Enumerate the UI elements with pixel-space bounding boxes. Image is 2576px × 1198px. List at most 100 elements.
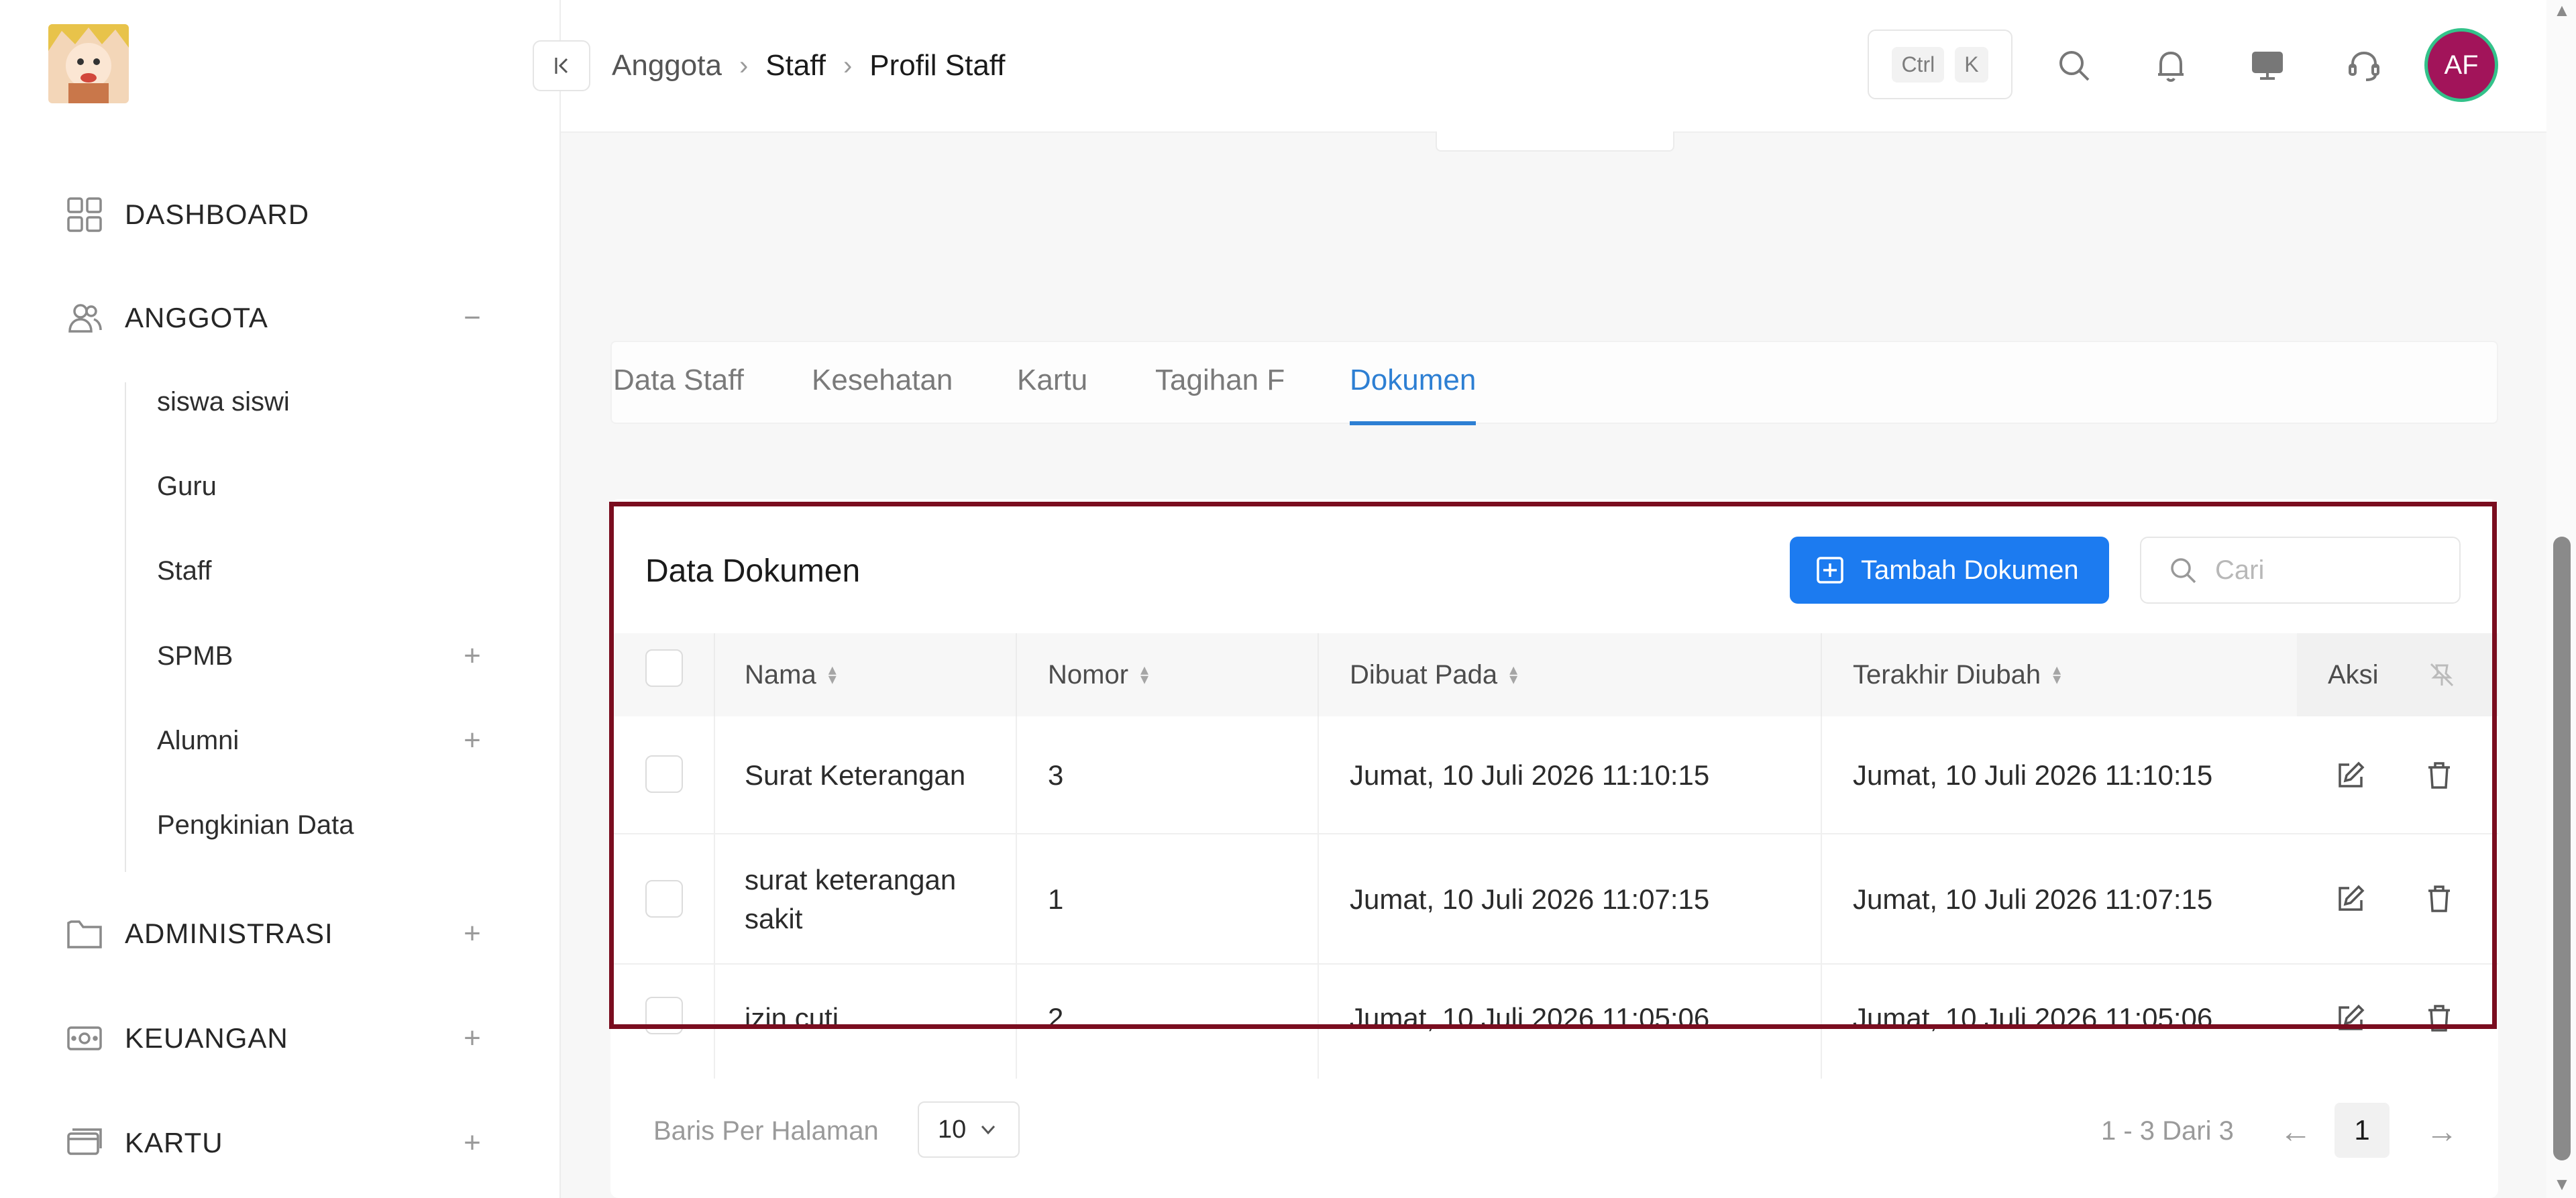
column-nama[interactable]: Nama ▴ ▾ (745, 633, 837, 716)
scroll-up-icon[interactable]: ▲ (2553, 1, 2571, 19)
prev-page-icon[interactable]: ← (2279, 1113, 2312, 1150)
search-icon (2171, 558, 2196, 584)
page-number-current[interactable]: 1 (2334, 1103, 2390, 1158)
sort-icon: ▴ ▾ (2053, 661, 2061, 688)
column-label: Nomor (1048, 659, 1129, 690)
scrollbar-thumb[interactable] (2553, 537, 2571, 1160)
row-checkbox[interactable] (645, 997, 683, 1034)
nav-label: KARTU (125, 1127, 223, 1158)
add-document-button[interactable]: Tambah Dokumen (1790, 537, 2109, 604)
command-palette-shortcut[interactable]: Ctrl K (1868, 30, 2012, 99)
table-row[interactable]: izin cuti 2 Jumat, 10 Juli 2026 11:05:06… (610, 965, 2498, 1085)
tab-kesehatan[interactable]: Kesehatan (812, 364, 953, 425)
expand-icon[interactable]: + (459, 919, 486, 948)
sort-icon: ▴ ▾ (1140, 661, 1149, 688)
edit-icon[interactable] (2330, 879, 2371, 919)
column-divider (1016, 834, 1017, 965)
nav-administrasi[interactable]: ADMINISTRASI + (0, 900, 561, 967)
nav-label: ANGGOTA (125, 302, 268, 333)
table-footer: Baris Per Halaman 10 1 - 3 Dari 3 ← 1 → (610, 1096, 2498, 1177)
card-icon (64, 1123, 105, 1163)
cell-nama: Surat Keterangan (745, 759, 966, 791)
sub-label: Staff (157, 555, 212, 586)
cell-diubah: Jumat, 10 Juli 2026 11:07:15 (1853, 883, 2213, 915)
column-label: Terakhir Diubah (1853, 659, 2041, 690)
breadcrumb-profil-staff: Profil Staff (869, 49, 1006, 82)
user-avatar[interactable]: AF (2424, 28, 2498, 102)
cell-nama: izin cuti (745, 1002, 839, 1034)
table-row[interactable]: Surat Keterangan 3 Jumat, 10 Juli 2026 1… (610, 716, 2498, 834)
kbd-ctrl: Ctrl (1892, 46, 1945, 83)
column-divider (1016, 633, 1017, 716)
app-logo[interactable] (48, 24, 129, 103)
column-divider (1318, 965, 1319, 1079)
edit-icon[interactable] (2330, 998, 2371, 1038)
sidebar-item-spmb[interactable]: SPMB + (125, 622, 500, 690)
collapse-sidebar-button[interactable] (533, 40, 590, 91)
nav-keuangan[interactable]: KEUANGAN + (0, 1005, 561, 1072)
expand-icon[interactable]: + (459, 1128, 486, 1158)
sidebar-item-alumni[interactable]: Alumni + (125, 707, 500, 774)
column-terakhir-diubah[interactable]: Terakhir Diubah ▴ ▾ (1853, 633, 2061, 716)
sub-label: SPMB (157, 641, 233, 671)
column-label: Nama (745, 659, 816, 690)
breadcrumb: Anggota › Staff › Profil Staff (612, 40, 1005, 91)
breadcrumb-staff[interactable]: Staff (765, 49, 826, 83)
expand-icon[interactable]: + (459, 1024, 486, 1053)
trash-icon[interactable] (2419, 755, 2459, 796)
aksi-column-bg (2297, 633, 2498, 716)
tab-data-staff[interactable]: Data Staff (613, 364, 744, 425)
cell-dibuat: Jumat, 10 Juli 2026 11:10:15 (1350, 759, 1710, 791)
headset-icon[interactable] (2337, 39, 2391, 93)
breadcrumb-anggota[interactable]: Anggota (612, 49, 722, 83)
sidebar-item-staff[interactable]: Staff (125, 537, 500, 604)
cell-diubah: Jumat, 10 Juli 2026 11:05:06 (1853, 1002, 2213, 1034)
trash-icon[interactable] (2419, 998, 2459, 1038)
unpin-icon[interactable] (2428, 633, 2455, 716)
chevron-right-icon: › (843, 50, 853, 80)
next-page-icon[interactable]: → (2426, 1113, 2458, 1150)
tab-tagihan[interactable]: Tagihan F (1155, 364, 1285, 425)
expand-icon[interactable]: + (459, 641, 486, 671)
cell-nomor: 2 (1048, 1002, 1064, 1034)
select-all-checkbox[interactable] (645, 649, 683, 687)
edit-icon[interactable] (2330, 755, 2371, 796)
trash-icon[interactable] (2419, 879, 2459, 919)
expand-icon[interactable]: + (459, 726, 486, 755)
search-icon[interactable] (2047, 39, 2101, 93)
kbd-k: K (1955, 46, 1988, 83)
scroll-down-icon[interactable]: ▼ (2553, 1175, 2571, 1193)
row-checkbox[interactable] (645, 880, 683, 918)
column-nomor[interactable]: Nomor ▴ ▾ (1048, 633, 1148, 716)
column-label: Aksi (2328, 659, 2379, 690)
nav-anggota[interactable]: ANGGOTA − (0, 284, 561, 351)
tab-kartu[interactable]: Kartu (1017, 364, 1087, 425)
sidebar-item-pengkinian[interactable]: Pengkinian Data (125, 792, 500, 859)
sub-label: Alumni (157, 725, 239, 755)
column-divider (1318, 834, 1319, 965)
column-divider (714, 716, 715, 834)
bell-icon[interactable] (2144, 39, 2198, 93)
collapse-icon[interactable]: − (459, 303, 486, 333)
chevron-right-icon: › (739, 50, 749, 80)
column-divider (714, 834, 715, 965)
tab-dokumen[interactable]: Dokumen (1350, 364, 1477, 425)
nav-kartu[interactable]: KARTU + (0, 1109, 561, 1177)
column-divider (1821, 633, 1822, 716)
cell-dibuat: Jumat, 10 Juli 2026 11:07:15 (1350, 883, 1710, 915)
sub-label: siswa siswi (157, 386, 290, 417)
sidebar-item-guru[interactable]: Guru (125, 453, 500, 520)
column-dibuat-pada[interactable]: Dibuat Pada ▴ ▾ (1350, 633, 1517, 716)
sort-icon: ▴ ▾ (1509, 661, 1518, 688)
row-checkbox[interactable] (645, 755, 683, 793)
monitor-icon[interactable] (2241, 39, 2294, 93)
cell-diubah: Jumat, 10 Juli 2026 11:10:15 (1853, 759, 2213, 791)
sidebar-item-siswa[interactable]: siswa siswi (125, 368, 500, 435)
search-input[interactable]: Cari (2140, 537, 2461, 604)
column-divider (1016, 716, 1017, 834)
rows-per-page-select[interactable]: 10 (918, 1101, 1020, 1158)
table-row[interactable]: surat keterangan sakit 1 Jumat, 10 Juli … (610, 834, 2498, 965)
nav-dashboard[interactable]: DASHBOARD (0, 181, 561, 248)
column-aksi: Aksi (2328, 633, 2379, 716)
cell-nomor: 1 (1048, 883, 1064, 915)
